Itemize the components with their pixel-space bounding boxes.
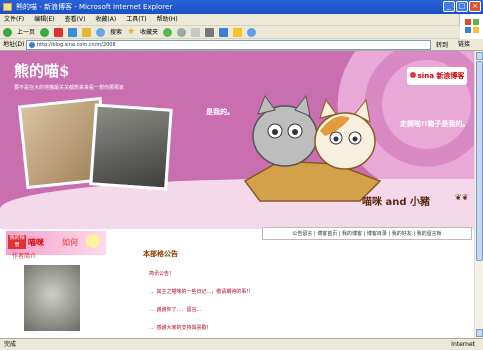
links-button[interactable]: 链接 [458, 39, 470, 51]
home-icon[interactable] [82, 27, 92, 37]
menu-file[interactable]: 文件(F) [4, 14, 24, 25]
messenger-icon[interactable] [247, 27, 257, 37]
blog-nav[interactable]: 公告留言 | 博客首页 | 我的博客 | 博客目录 | 我的好友 | 我的留言板 [262, 227, 472, 240]
ie-app-icon [3, 3, 12, 11]
window-title: 熊的喵 - 新浪博客 - Microsoft Internet Explorer [16, 3, 173, 11]
folder-icon[interactable] [233, 27, 243, 37]
sidebar-heading-b: 如何 [62, 238, 78, 247]
back-button[interactable]: 上一页 [17, 26, 35, 39]
scroll-thumb[interactable] [476, 61, 483, 261]
favorites-button[interactable]: 收藏夹 [140, 26, 158, 39]
menu-help[interactable]: 帮助(H) [157, 14, 178, 25]
blog-subtitle: 要不是在大的地猫最关关都想来来看一想你那那家 [14, 85, 125, 91]
address-url: http://blog.sina.com.cn/m/2008 [37, 42, 116, 48]
blog-title[interactable]: 熊的喵$ [14, 60, 69, 81]
speech-right: 走開啦!!箱子是我的。 [400, 120, 470, 128]
print-icon[interactable] [205, 27, 215, 37]
post-line[interactable]: 简讯公告！ [149, 270, 174, 277]
author-avatar[interactable] [24, 265, 80, 331]
menu-edit[interactable]: 编辑(E) [34, 14, 54, 25]
minimize-button[interactable]: _ [443, 1, 455, 12]
address-label: 地址(D) [3, 41, 25, 48]
zone-indicator: Internet [451, 341, 475, 348]
scroll-down-arrow-icon[interactable] [476, 329, 483, 337]
stop-icon[interactable] [54, 27, 64, 37]
sidebar-badge: 我的相册 [8, 235, 26, 249]
sidebar-heading-a: 喵咪 [28, 238, 44, 247]
maximize-button[interactable]: □ [456, 1, 468, 12]
toolbar: 上一页 搜索 ★ 收藏夹 [0, 26, 460, 39]
forward-arrow-icon[interactable] [40, 27, 50, 37]
author-title: 作者简介 [12, 253, 37, 260]
windows-logo [459, 14, 483, 38]
paw-prints-icon: ❦❦ [455, 193, 469, 202]
menu-tools[interactable]: 工具(T) [126, 14, 146, 25]
title-bar: 熊的喵 - 新浪博客 - Microsoft Internet Explorer… [0, 0, 483, 14]
speech-left: 是我的。 [206, 108, 234, 116]
mail-icon[interactable] [191, 27, 201, 37]
sina-eye-icon [409, 72, 416, 78]
address-bar: 地址(D) http://blog.sina.com.cn/m/2008 转到 … [0, 39, 483, 51]
menu-bar: 文件(F) 编辑(E) 查看(V) 收藏(A) 工具(T) 帮助(H) [0, 14, 483, 26]
menu-favorites[interactable]: 收藏(A) [95, 14, 116, 25]
cat-photo-2 [89, 103, 173, 191]
refresh-icon[interactable] [68, 27, 78, 37]
cats-name-text: 喵咪 and 小豬 [362, 197, 430, 208]
sina-logo[interactable]: sina 新浪博客 [407, 67, 467, 85]
menu-view[interactable]: 查看(V) [65, 14, 86, 25]
edit-icon[interactable] [219, 27, 229, 37]
post-line[interactable]: ．．謝謝你了．．．留言... [149, 306, 201, 313]
post-line[interactable]: ．．感謝大家的支持與喜歡！ [149, 324, 212, 331]
smiley-icon [86, 234, 100, 248]
vertical-scrollbar[interactable] [474, 51, 483, 338]
close-button[interactable]: × [469, 1, 481, 12]
section-title: 本部格公告 [143, 250, 178, 258]
blog-banner: 熊的喵$ 要不是在大的地猫最关关都想来来看一想你那那家 sina 新浪博客 是我… [0, 51, 474, 229]
status-bar: 完成 Internet [0, 338, 483, 350]
cartoon-cats-illustration [243, 94, 382, 202]
address-input[interactable]: http://blog.sina.com.cn/m/2008 [26, 40, 431, 50]
status-text: 完成 [4, 341, 17, 348]
web-page: 熊的喵$ 要不是在大的地猫最关关都想来来看一想你那那家 sina 新浪博客 是我… [0, 51, 474, 338]
favorites-star-icon[interactable]: ★ [127, 26, 135, 39]
page-icon [29, 42, 35, 48]
back-arrow-icon[interactable] [3, 27, 12, 37]
post-line[interactable]: ．．其主之喵咪的一些日记...，敬请期待的事!! [149, 288, 250, 295]
history-icon[interactable] [177, 27, 187, 37]
search-icon[interactable] [96, 27, 106, 37]
scroll-up-arrow-icon[interactable] [476, 52, 483, 60]
search-button[interactable]: 搜索 [110, 26, 122, 39]
media-icon[interactable] [163, 27, 173, 37]
